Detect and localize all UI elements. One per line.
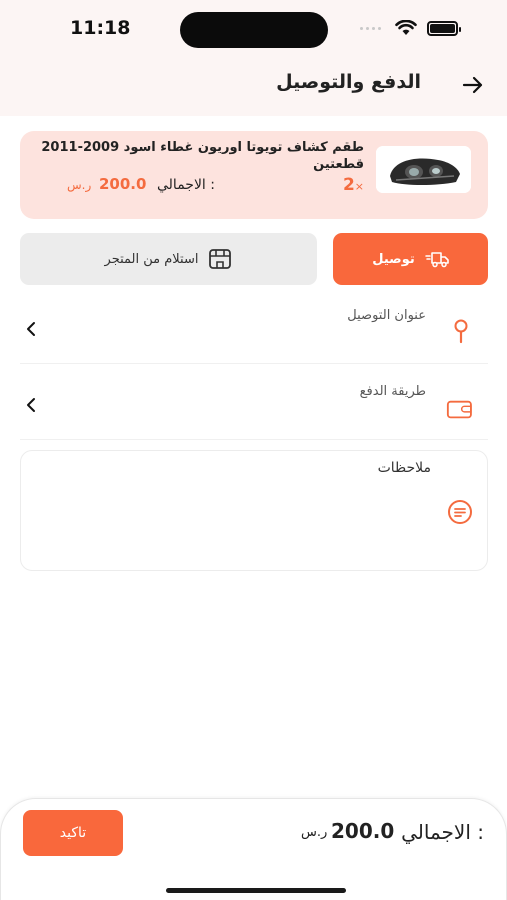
product-total-label: الاجمالي :: [157, 177, 215, 193]
page-title: الدفع والتوصيل: [276, 71, 421, 93]
product-total-value: 200.0: [99, 175, 147, 193]
quantity-value: 2: [342, 175, 355, 195]
confirm-button[interactable]: تاكيد: [23, 810, 123, 856]
product-total-currency: ر.س: [67, 178, 92, 192]
checkout-bottom-bar: تاكيد الاجمالي : 200.0 ر.س: [0, 798, 507, 900]
pickup-label: استلام من المتجر: [104, 251, 199, 267]
payment-method-label: طريقة الدفع: [359, 384, 426, 399]
chevron-left-icon[interactable]: [24, 396, 38, 414]
wallet-icon: [446, 400, 472, 419]
order-total-label: الاجمالي :: [401, 820, 484, 844]
delivery-address-row[interactable]: عنوان التوصيل: [20, 296, 488, 364]
payment-method-row[interactable]: طريقة الدفع: [20, 372, 488, 440]
store-icon: [209, 249, 232, 269]
delivery-address-label: عنوان التوصيل: [347, 308, 426, 323]
chevron-left-icon[interactable]: [24, 320, 38, 338]
arrow-right-icon[interactable]: [461, 73, 485, 97]
notes-icon: [448, 500, 472, 524]
quantity-multiplier: ×: [354, 180, 364, 193]
order-total-currency: ر.س: [301, 825, 328, 840]
product-name: طقم كشاف تويوتا اوريون غطاء اسود 2009-20…: [41, 140, 364, 172]
product-card: طقم كشاف تويوتا اوريون غطاء اسود 2009-20…: [20, 131, 488, 219]
store-pickup-option-button[interactable]: استلام من المتجر: [20, 233, 317, 285]
product-image: [376, 146, 471, 193]
map-pin-icon: [454, 319, 468, 344]
status-time: 11:18: [70, 17, 131, 39]
battery-icon: [427, 21, 461, 36]
status-bar: 11:18: [0, 0, 507, 56]
home-indicator[interactable]: [166, 888, 346, 893]
delivery-option-button[interactable]: توصيل: [333, 233, 488, 285]
wifi-icon: [395, 20, 417, 35]
delivery-truck-icon: [425, 252, 449, 268]
order-total-value: 200.0: [331, 819, 395, 843]
notes-label: ملاحظات: [377, 460, 431, 476]
delivery-label: توصيل: [372, 251, 415, 267]
notes-field[interactable]: ملاحظات: [20, 450, 488, 571]
app-header: الدفع والتوصيل: [0, 56, 507, 116]
dynamic-island: [180, 12, 328, 48]
product-quantity: 2×: [343, 175, 364, 195]
